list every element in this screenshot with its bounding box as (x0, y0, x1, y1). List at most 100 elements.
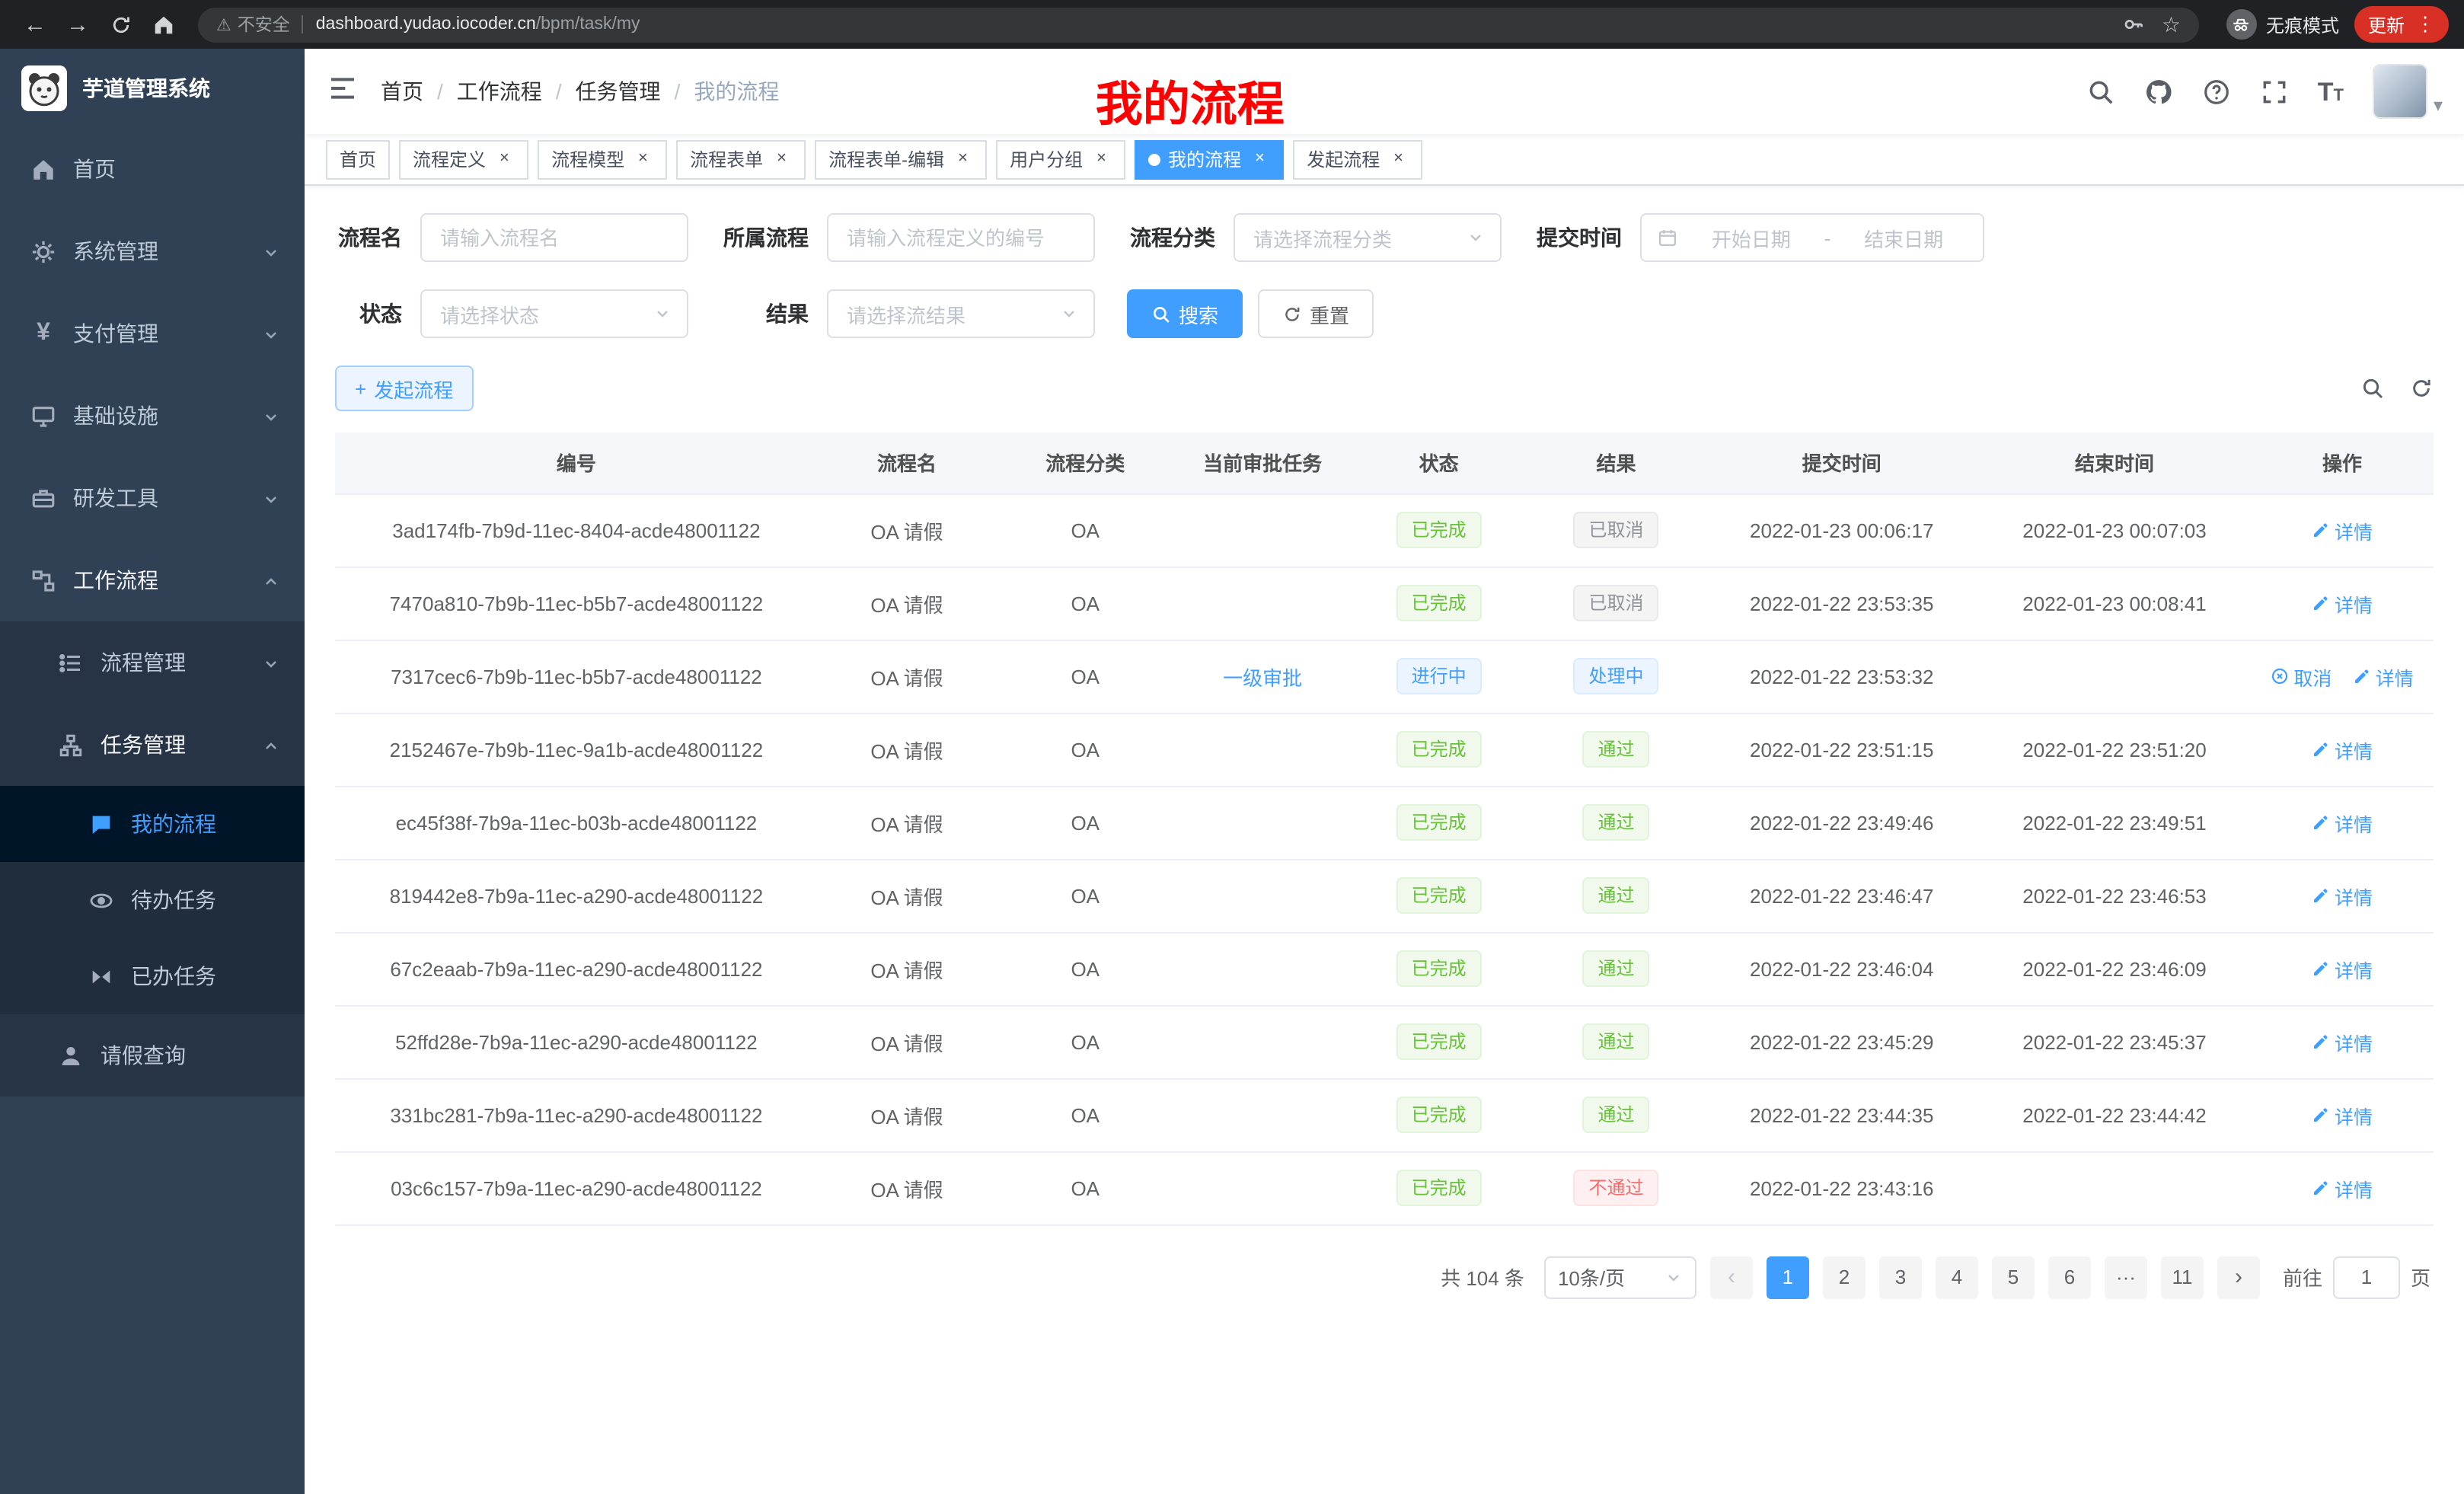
sidebar-item-home[interactable]: 首页 (0, 128, 305, 210)
page-button[interactable]: 4 (1936, 1256, 1978, 1298)
cell-status: 已完成 (1351, 713, 1527, 786)
sidebar-item-workflow[interactable]: 工作流程 (0, 539, 305, 621)
detail-link[interactable]: 详情 (2312, 1100, 2373, 1129)
font-size-icon[interactable]: TT (2318, 78, 2344, 104)
user-menu[interactable]: ▾ (2373, 64, 2443, 119)
cancel-link[interactable]: 取消 (2271, 662, 2332, 691)
toggle-search-icon[interactable] (2360, 376, 2385, 401)
tab[interactable]: 首页 (326, 139, 390, 179)
reset-button[interactable]: 重置 (1258, 289, 1374, 338)
tab-close-icon[interactable]: × (1249, 148, 1270, 170)
tab-close-icon[interactable]: × (771, 148, 792, 170)
page-button[interactable]: 1 (1767, 1256, 1809, 1298)
page-size-select[interactable]: 10条/页 (1544, 1256, 1696, 1298)
tab-close-icon[interactable]: × (1090, 148, 1112, 170)
page-button[interactable]: 5 (1992, 1256, 2035, 1298)
result-select[interactable]: 请选择流结果 (827, 289, 1095, 338)
breadcrumb-home[interactable]: 首页 (381, 76, 423, 107)
status-badge: 已完成 (1396, 804, 1482, 841)
breadcrumb-workflow[interactable]: 工作流程 (457, 76, 542, 107)
sidebar-item-infrastructure[interactable]: 基础设施 (0, 375, 305, 457)
sidebar-item-process-management[interactable]: 流程管理 (0, 621, 305, 704)
cell-category: OA (996, 786, 1174, 859)
toolbox-icon (30, 485, 56, 511)
sidebar-item-leave-query[interactable]: 请假查询 (0, 1014, 305, 1097)
tab-close-icon[interactable]: × (952, 148, 973, 170)
sidebar-item-todo-tasks[interactable]: 待办任务 (0, 862, 305, 938)
top-navbar: 首页 / 工作流程 / 任务管理 / 我的流程 我的流程 TT (305, 49, 2464, 134)
cell-process-name: OA 请假 (818, 1078, 996, 1151)
tab[interactable]: 流程模型 × (538, 139, 667, 179)
sidebar-item-task-management[interactable]: 任务管理 (0, 704, 305, 786)
current-task-link[interactable]: 一级审批 (1223, 666, 1302, 689)
github-icon[interactable] (2144, 77, 2173, 106)
submit-time-range-picker[interactable]: 开始日期 - 结束日期 (1640, 213, 1984, 262)
hamburger-icon[interactable] (305, 72, 381, 110)
tab[interactable]: 我的流程 × (1135, 139, 1284, 179)
search-button[interactable]: 搜索 (1127, 289, 1243, 338)
tab[interactable]: 流程表单 × (676, 139, 806, 179)
detail-link[interactable]: 详情 (2312, 954, 2373, 983)
update-button[interactable]: 更新 ⋮ (2354, 6, 2449, 43)
create-process-button[interactable]: + 发起流程 (335, 366, 473, 411)
tab-close-icon[interactable]: × (1387, 148, 1409, 170)
workflow-icon (30, 567, 56, 593)
forward-button[interactable]: → (58, 5, 97, 44)
help-icon[interactable] (2202, 77, 2231, 106)
cell-category: OA (996, 932, 1174, 1005)
refresh-table-icon[interactable] (2409, 376, 2434, 401)
bookmark-star-icon[interactable]: ☆ (2162, 11, 2181, 37)
omnibox-divider (302, 15, 304, 34)
sidebar-item-payment[interactable]: ¥ 支付管理 (0, 292, 305, 375)
next-page-button[interactable]: › (2217, 1256, 2260, 1298)
sidebar-item-my-process[interactable]: 我的流程 (0, 786, 305, 862)
fullscreen-icon[interactable] (2260, 77, 2289, 106)
submit-time-label: 提交时间 (1534, 222, 1622, 253)
detail-link[interactable]: 详情 (2312, 1027, 2373, 1056)
page-button[interactable]: 2 (1823, 1256, 1866, 1298)
detail-link[interactable]: 详情 (2312, 881, 2373, 910)
tab[interactable]: 发起流程 × (1293, 139, 1422, 179)
process-name-input[interactable] (420, 213, 688, 262)
category-select[interactable]: 请选择流程分类 (1234, 213, 1502, 262)
home-button[interactable] (143, 5, 183, 44)
sidebar-item-done-tasks[interactable]: 已办任务 (0, 938, 305, 1014)
detail-link[interactable]: 详情 (2312, 589, 2373, 618)
back-button[interactable]: ← (15, 5, 55, 44)
cell-actions: 详情 (2251, 1005, 2434, 1078)
sidebar-item-devtools[interactable]: 研发工具 (0, 457, 305, 539)
sidebar-item-system[interactable]: 系统管理 (0, 210, 305, 292)
cell-result: 通过 (1527, 786, 1705, 859)
detail-link[interactable]: 详情 (2312, 808, 2373, 837)
column-actions: 操作 (2251, 433, 2434, 493)
page-button[interactable]: 3 (1879, 1256, 1922, 1298)
reload-button[interactable] (101, 5, 140, 44)
page-ellipsis[interactable]: ··· (2105, 1256, 2147, 1298)
table-row: 2152467e-7b9b-11ec-9a1b-acde48001122 OA … (335, 713, 2434, 786)
prev-page-button[interactable]: ‹ (1710, 1256, 1753, 1298)
tab[interactable]: 用户分组 × (996, 139, 1125, 179)
password-key-icon[interactable] (2122, 12, 2146, 37)
breadcrumb-task-management[interactable]: 任务管理 (576, 76, 661, 107)
tab-close-icon[interactable]: × (632, 148, 653, 170)
detail-link[interactable]: 详情 (2353, 662, 2414, 691)
app-logo-area[interactable]: 芋道管理系统 (0, 49, 305, 128)
tab-close-icon[interactable]: × (493, 148, 515, 170)
owner-process-input[interactable] (827, 213, 1095, 262)
browser-menu-icon[interactable]: ⋮ (2415, 12, 2435, 37)
status-select[interactable]: 请选择状态 (420, 289, 688, 338)
address-bar[interactable]: ⚠ 不安全 dashboard.yudao.iocoder.cn/bpm/tas… (198, 7, 2199, 42)
page-button[interactable]: 6 (2048, 1256, 2091, 1298)
page-button[interactable]: 11 (2161, 1256, 2204, 1298)
start-date-placeholder: 开始日期 (1687, 223, 1815, 252)
search-icon[interactable] (2086, 77, 2115, 106)
detail-link[interactable]: 详情 (2312, 1173, 2373, 1202)
detail-link[interactable]: 详情 (2312, 735, 2373, 764)
detail-link[interactable]: 详情 (2312, 516, 2373, 544)
column-category: 流程分类 (996, 433, 1174, 493)
cell-submit-time: 2022-01-22 23:45:29 (1706, 1005, 1978, 1078)
goto-page-input[interactable] (2333, 1256, 2400, 1298)
tab[interactable]: 流程表单-编辑 × (815, 139, 987, 179)
tab[interactable]: 流程定义 × (399, 139, 528, 179)
cell-end-time: 2022-01-22 23:46:09 (1978, 932, 2251, 1005)
